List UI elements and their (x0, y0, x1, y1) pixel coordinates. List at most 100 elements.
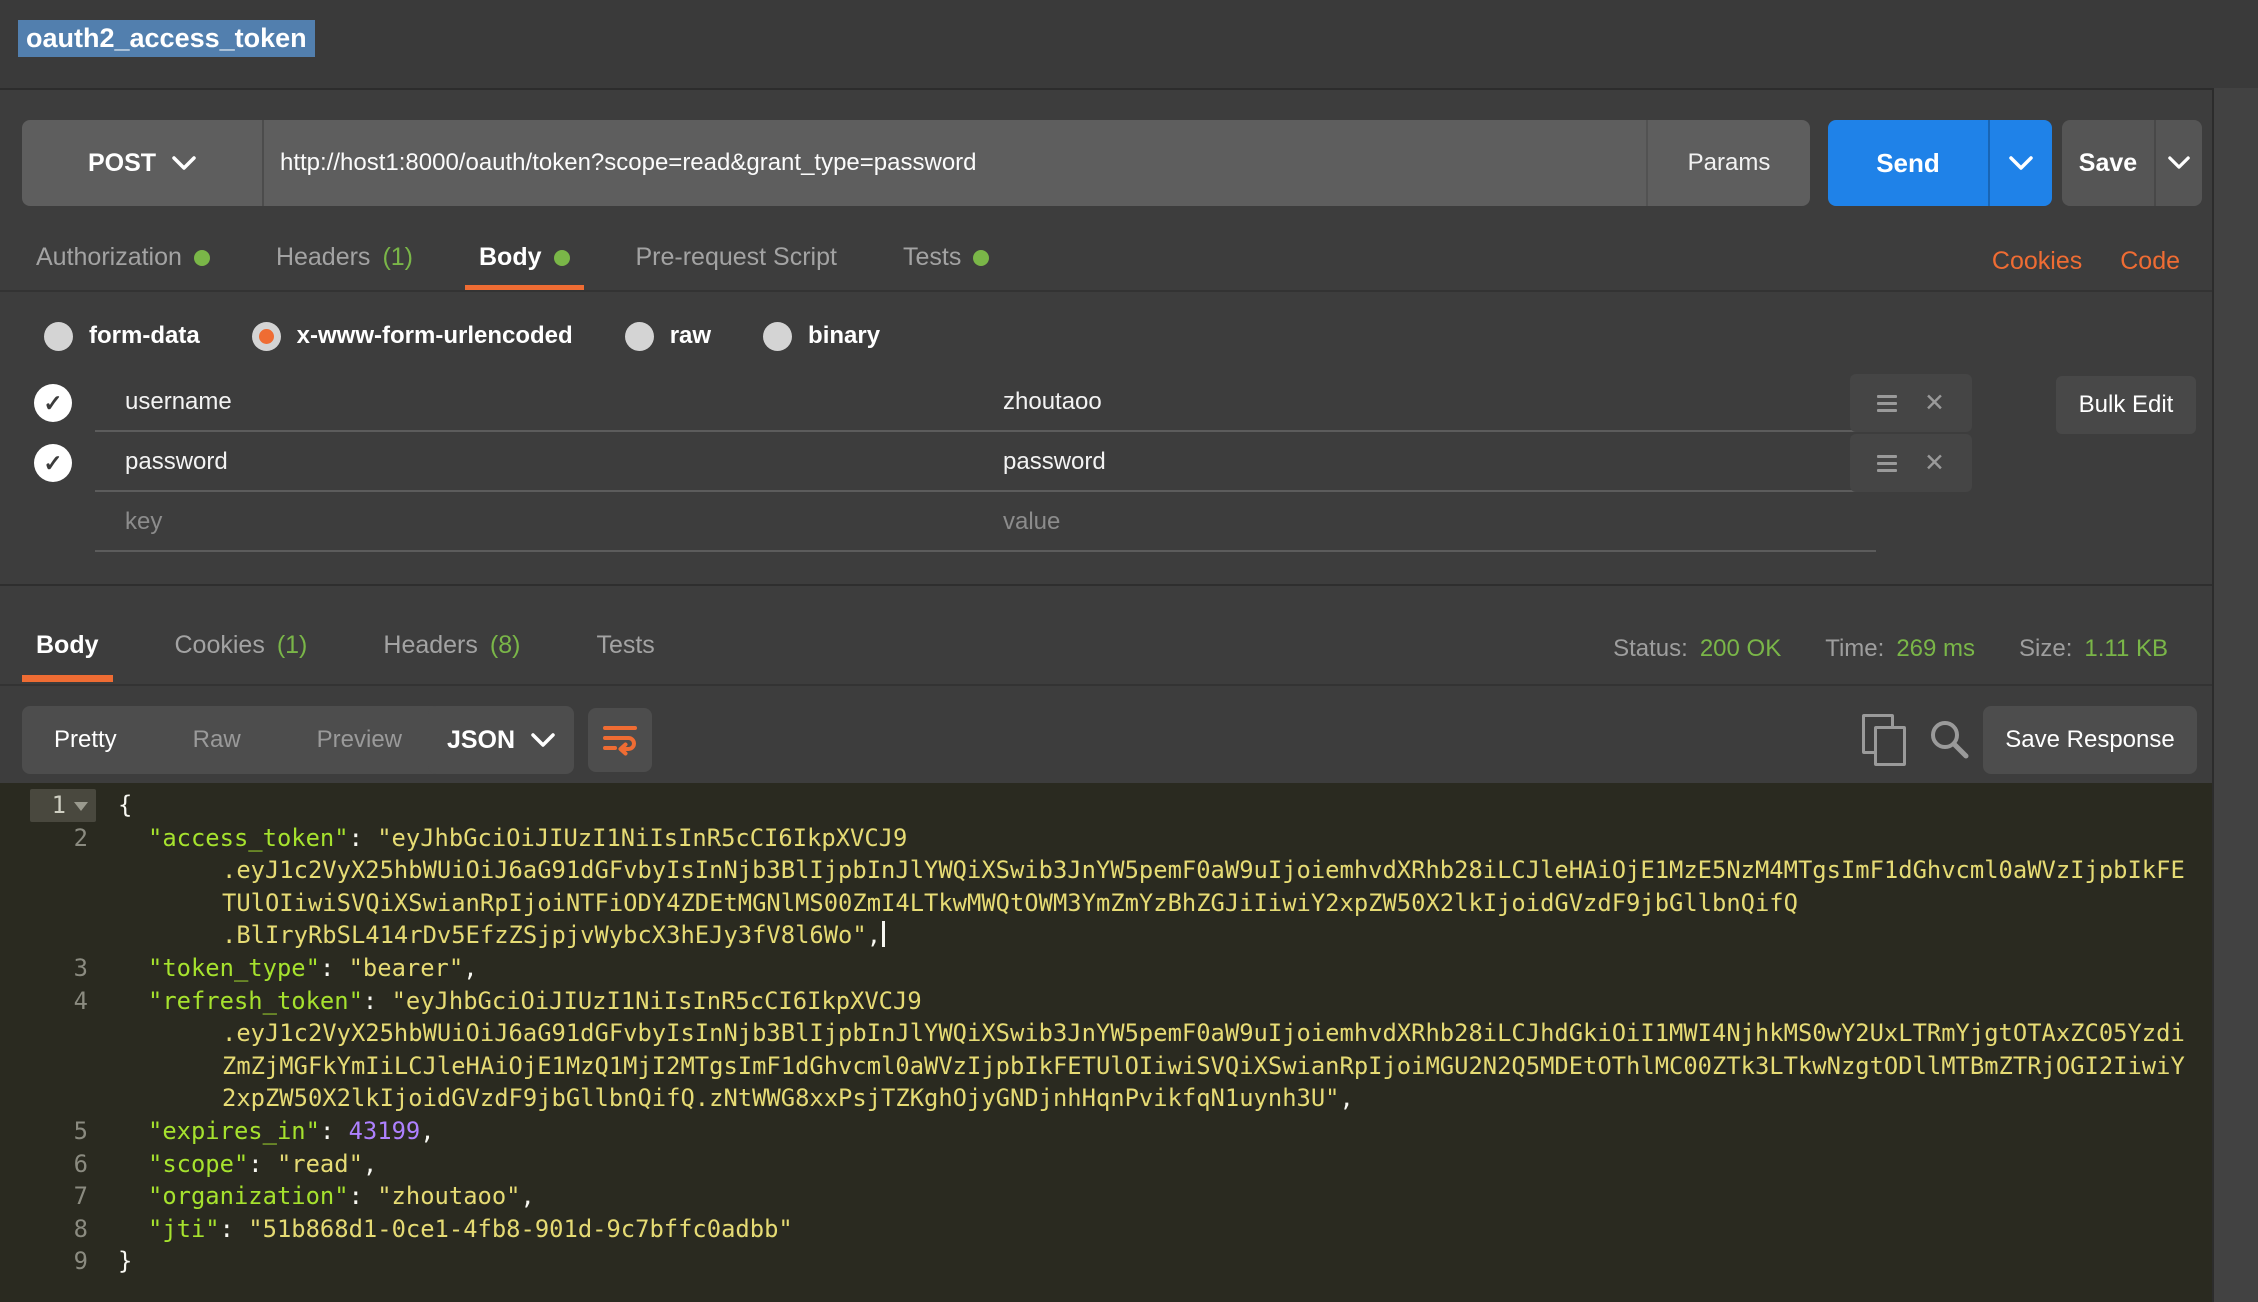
view-mode-pretty[interactable]: Pretty (54, 726, 117, 754)
response-tab-body[interactable]: Body (22, 616, 113, 682)
param-value-input[interactable]: zhoutaoo (975, 374, 1876, 432)
cookies-link[interactable]: Cookies (1992, 247, 2082, 276)
tab-label: Body (479, 243, 542, 272)
postman-window: oauth2_access_token POST http://host1:80… (0, 0, 2258, 1302)
code-line-text: "expires_in": 43199, (96, 1115, 2212, 1148)
code-line: 2xpZW50X2lkIjoidGVzdF9jbGllbnQifQ.zNtWWG… (0, 1082, 2212, 1115)
body-mode-label: binary (808, 322, 880, 350)
code-line-text: } (96, 1245, 2212, 1278)
save-response-button[interactable]: Save Response (1983, 706, 2197, 774)
request-tab-pre-request-script[interactable]: Pre-request Script (622, 230, 851, 292)
request-tab-authorization[interactable]: Authorization (22, 230, 224, 292)
param-value-input[interactable]: password (975, 434, 1876, 492)
line-number-gutter: 2 (0, 822, 96, 855)
body-mode-binary[interactable]: binary (763, 322, 880, 351)
wrap-text-button[interactable] (588, 708, 652, 772)
meta-label: Time: (1825, 635, 1884, 663)
line-number: 6 (30, 1148, 96, 1181)
search-response-button[interactable] (1926, 716, 1972, 762)
chevron-down-icon (172, 156, 196, 171)
response-tab-headers[interactable]: Headers(8) (369, 616, 534, 682)
request-name-selected-text[interactable]: oauth2_access_token (18, 20, 315, 57)
body-mode-raw[interactable]: raw (625, 322, 711, 351)
tab-label: Headers (383, 631, 478, 660)
response-body-editor[interactable]: 1{2"access_token": "eyJhbGciOiJIUzI1NiIs… (0, 783, 2212, 1302)
row-checkbox[interactable]: ✓ (34, 444, 72, 482)
green-dot-icon (973, 250, 989, 266)
code-line: 9} (0, 1245, 2212, 1278)
code-line: 4"refresh_token": "eyJhbGciOiJIUzI1NiIsI… (0, 985, 2212, 1018)
param-key-input[interactable]: key (95, 494, 975, 552)
method-label: POST (88, 149, 156, 178)
response-meta-item: Size:1.11 KB (2019, 635, 2168, 663)
line-number: 1 (30, 789, 96, 822)
code-line-text: "access_token": "eyJhbGciOiJIUzI1NiIsInR… (96, 822, 2212, 855)
body-mode-radios: form-data x-www-form-urlencoded raw binary (44, 314, 880, 358)
tab-label: Body (36, 631, 99, 660)
line-number-gutter: 1 (0, 789, 96, 822)
remove-row-icon[interactable]: ✕ (1924, 448, 1945, 478)
green-dot-icon (554, 250, 570, 266)
request-tab-body[interactable]: Body (465, 230, 584, 292)
code-line-text: TUlOIiwiSVQiXSwianRpIjoiNTFiODY4ZDEtMGNl… (96, 887, 2212, 920)
bulk-edit-button[interactable]: Bulk Edit (2056, 376, 2196, 434)
drag-handle-icon[interactable] (1877, 391, 1897, 416)
url-input[interactable]: http://host1:8000/oauth/token?scope=read… (264, 120, 1646, 206)
chevron-down-icon (2009, 156, 2033, 171)
divider (0, 290, 2212, 292)
drag-handle-icon[interactable] (1877, 451, 1897, 476)
response-tab-cookies[interactable]: Cookies(1) (161, 616, 322, 682)
code-line-text: .BlIryRbSL414rDv5EfzZSjpjvWybcX3hEJy3fV8… (96, 919, 2212, 952)
code-line-text: ZmZjMGFkYmIiLCJleHAiOjE1MzQ1MjI2MTgsImF1… (96, 1050, 2212, 1083)
remove-row-icon[interactable]: ✕ (1924, 388, 1945, 418)
meta-value: 269 ms (1896, 635, 1975, 663)
meta-label: Status: (1613, 635, 1688, 663)
language-label: JSON (447, 726, 515, 755)
text-cursor (882, 921, 885, 947)
code-line-text: "token_type": "bearer", (96, 952, 2212, 985)
code-line: 3"token_type": "bearer", (0, 952, 2212, 985)
line-number-gutter (0, 854, 96, 887)
save-label: Save (2062, 120, 2154, 206)
fold-caret-icon[interactable] (74, 802, 88, 811)
param-value-input[interactable]: value (975, 494, 1876, 552)
line-number: 8 (30, 1213, 96, 1246)
param-key-input[interactable]: password (95, 434, 975, 492)
body-mode-form-data[interactable]: form-data (44, 322, 200, 351)
body-mode-x-www-form-urlencoded[interactable]: x-www-form-urlencoded (252, 322, 573, 351)
line-number-gutter (0, 1050, 96, 1083)
code-line: 7"organization": "zhoutaoo", (0, 1180, 2212, 1213)
save-button[interactable]: Save (2062, 120, 2202, 206)
request-tab-headers[interactable]: Headers(1) (262, 230, 427, 292)
line-number-gutter: 9 (0, 1245, 96, 1278)
line-number-gutter: 8 (0, 1213, 96, 1246)
send-button[interactable]: Send (1828, 120, 2052, 206)
code-line-text: "jti": "51b868d1-0ce1-4fb8-901d-9c7bffc0… (96, 1213, 2212, 1246)
language-select[interactable]: JSON (428, 706, 574, 774)
view-mode-preview[interactable]: Preview (317, 726, 402, 754)
body-mode-label: x-www-form-urlencoded (297, 322, 573, 350)
tab-count-badge: (1) (382, 243, 413, 272)
response-meta-item: Status:200 OK (1613, 635, 1781, 663)
code-line: 8"jti": "51b868d1-0ce1-4fb8-901d-9c7bffc… (0, 1213, 2212, 1246)
url-bar: POST http://host1:8000/oauth/token?scope… (22, 120, 1810, 206)
body-mode-label: form-data (89, 322, 200, 350)
code-line: 6"scope": "read", (0, 1148, 2212, 1181)
view-mode-raw[interactable]: Raw (193, 726, 241, 754)
request-tab-tests[interactable]: Tests (889, 230, 1003, 292)
row-actions: ✕ (1850, 374, 1972, 432)
line-number: 7 (30, 1180, 96, 1213)
params-button[interactable]: Params (1646, 120, 1810, 206)
copy-response-button[interactable] (1862, 714, 1908, 766)
code-line-text: "refresh_token": "eyJhbGciOiJIUzI1NiIsIn… (96, 985, 2212, 1018)
param-key-input[interactable]: username (95, 374, 975, 432)
line-number-gutter (0, 887, 96, 920)
row-checkbox[interactable]: ✓ (34, 384, 72, 422)
method-select[interactable]: POST (22, 120, 264, 206)
response-tab-tests[interactable]: Tests (582, 616, 668, 682)
code-link[interactable]: Code (2120, 247, 2180, 276)
send-options-button[interactable] (1988, 120, 2052, 206)
save-options-button[interactable] (2154, 120, 2202, 206)
radio-button-icon (44, 322, 73, 351)
urlencoded-params-table: ✓ usernamezhoutaoo ✕ ✓ passwordpassword ✕ keyv… (22, 374, 2204, 554)
